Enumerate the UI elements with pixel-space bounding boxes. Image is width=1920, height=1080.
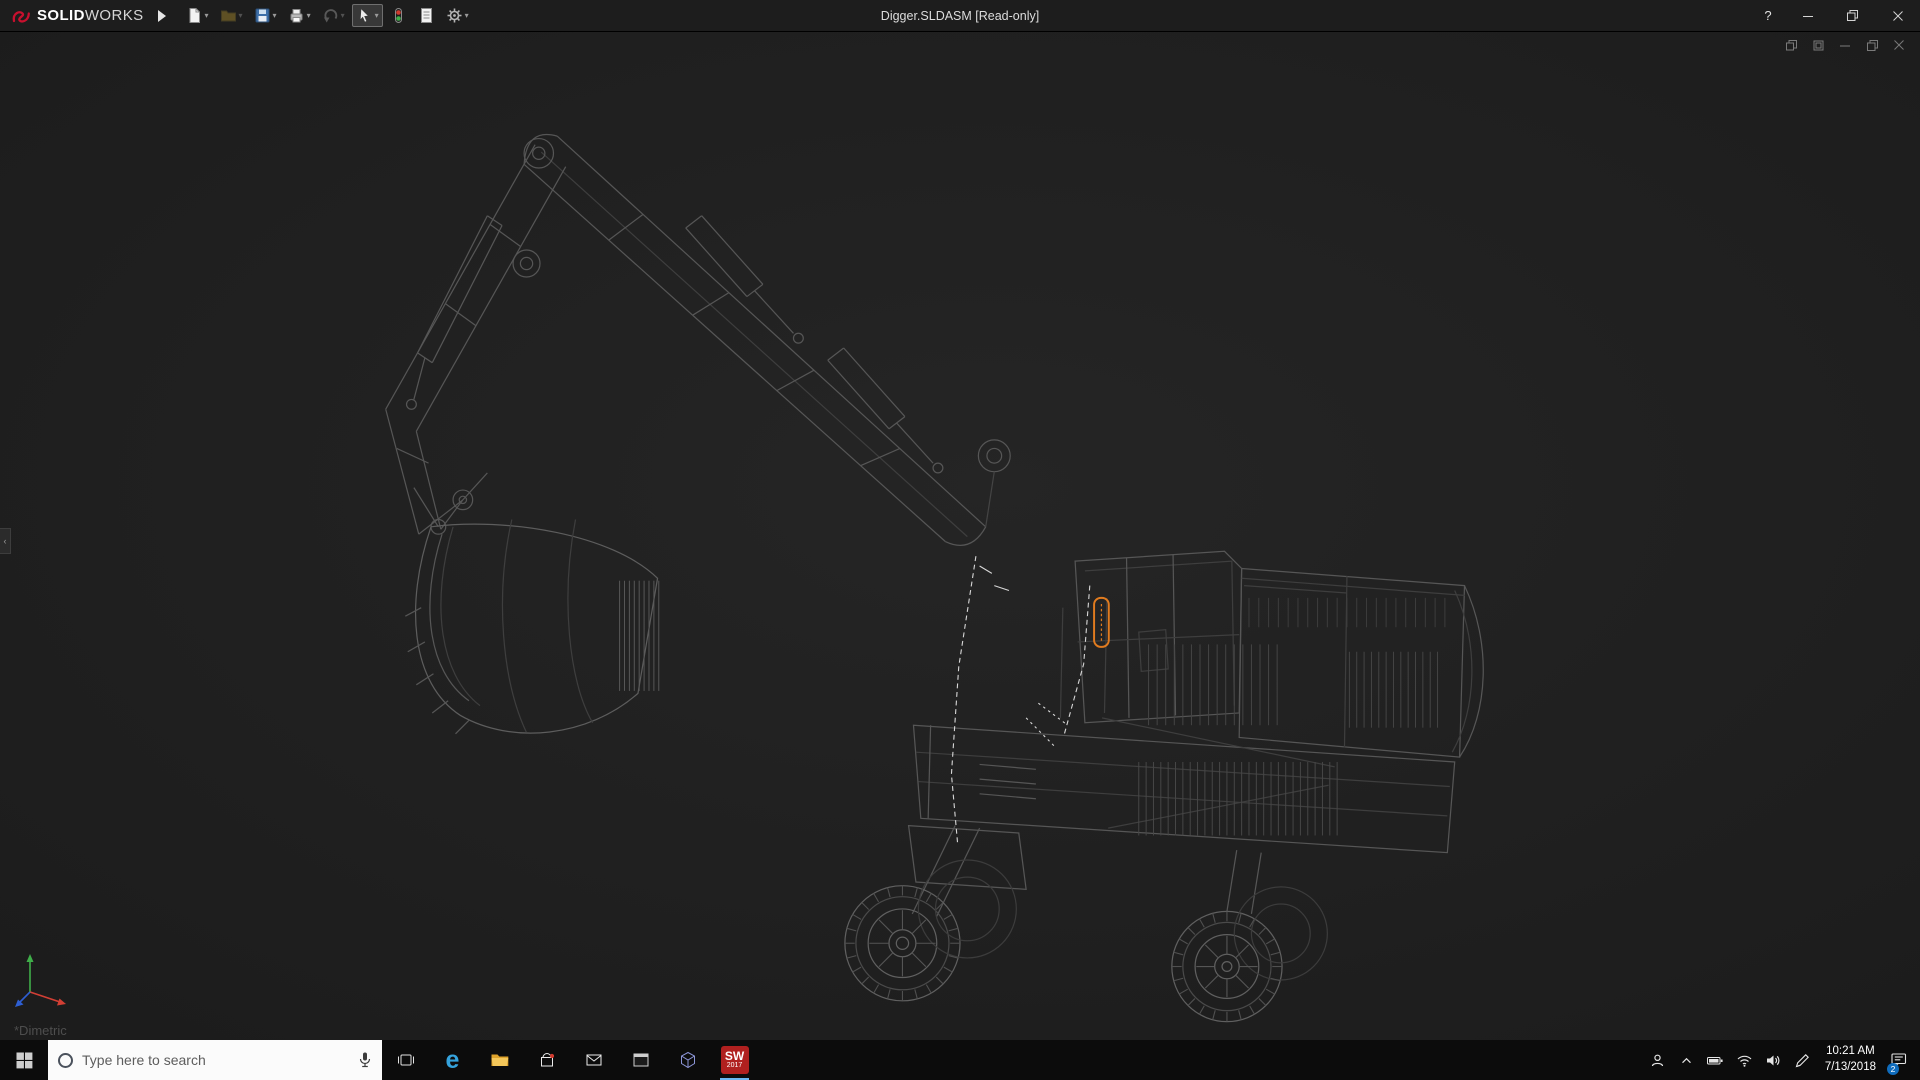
titlebar-window-controls: ? — [1751, 0, 1920, 31]
network-button[interactable] — [1730, 1040, 1759, 1080]
dropdown-caret-icon[interactable]: ▾ — [273, 11, 277, 20]
solidworks-app-icon: SW 2017 — [720, 1046, 749, 1074]
start-button[interactable] — [0, 1040, 48, 1080]
wifi-icon — [1737, 1055, 1752, 1067]
store-app-button[interactable] — [523, 1040, 570, 1080]
brand-text: SOLIDWORKS — [37, 7, 144, 24]
task-view-button[interactable] — [382, 1040, 429, 1080]
3d-viewer-app-button[interactable] — [664, 1040, 711, 1080]
options-button[interactable]: ▾ — [442, 4, 473, 27]
excavator-wireframe-model[interactable] — [0, 32, 1920, 1040]
terminal-app-button[interactable] — [617, 1040, 664, 1080]
doc-window-icon[interactable] — [1782, 37, 1800, 53]
folder-icon — [491, 1054, 508, 1066]
battery-button[interactable] — [1701, 1040, 1730, 1080]
taskbar-clock[interactable]: 10:21 AM 7/13/2018 — [1817, 1044, 1884, 1075]
document-title: Digger.SLDASM [Read-only] — [880, 8, 1040, 23]
search-input[interactable] — [82, 1052, 349, 1068]
brand-prefix: SOLID — [37, 7, 85, 24]
select-button[interactable]: ▾ — [351, 4, 383, 27]
doc-minimize-button[interactable] — [1836, 37, 1854, 53]
solidworks-icon-year: 2017 — [726, 1061, 743, 1069]
restore-icon — [1847, 10, 1858, 21]
view-orientation-label: *Dimetric — [14, 1023, 67, 1038]
taskbar-search[interactable] — [48, 1040, 382, 1080]
dropdown-caret-icon[interactable]: ▾ — [465, 11, 469, 20]
mail-app-button[interactable] — [570, 1040, 617, 1080]
screen: SOLIDWORKS ▾ ▾ ▾ ▾ ▾ ▾ ▾ Digger.SLDASM [… — [0, 0, 1920, 1080]
close-icon — [1892, 10, 1903, 21]
windows-logo-icon — [16, 1052, 32, 1068]
dropdown-caret-icon[interactable]: ▾ — [205, 11, 209, 20]
system-tray: 10:21 AM 7/13/2018 2 — [1643, 1040, 1920, 1080]
edge-app-button[interactable]: e — [429, 1040, 476, 1080]
taskbar: e — [0, 1040, 1920, 1080]
new-document-icon — [189, 8, 200, 23]
minimize-button[interactable] — [1785, 0, 1830, 31]
undo-button[interactable]: ▾ — [318, 4, 349, 27]
minimize-icon — [1802, 15, 1813, 17]
quick-access-toolbar: ▾ ▾ ▾ ▾ ▾ ▾ ▾ — [182, 4, 473, 27]
doc-restore-button[interactable] — [1863, 37, 1881, 53]
edge-icon: e — [445, 1045, 460, 1074]
print-button[interactable]: ▾ — [284, 4, 315, 27]
pen-settings-button[interactable] — [1788, 1040, 1817, 1080]
dropdown-caret-icon[interactable]: ▾ — [307, 11, 311, 20]
clock-time: 10:21 AM — [1826, 1045, 1875, 1058]
people-icon — [1651, 1054, 1663, 1066]
doc-window-icon[interactable] — [1809, 37, 1827, 53]
open-button[interactable]: ▾ — [216, 4, 247, 27]
action-center-button[interactable]: 2 — [1884, 1040, 1913, 1080]
print-icon — [290, 9, 303, 23]
new-document-button[interactable]: ▾ — [182, 4, 213, 27]
save-button[interactable]: ▾ — [250, 4, 281, 27]
save-floppy-icon — [255, 8, 270, 23]
file-properties-button[interactable] — [414, 4, 439, 27]
hidden-icons-button[interactable] — [1672, 1040, 1701, 1080]
restore-button[interactable] — [1830, 0, 1875, 31]
dropdown-caret-icon[interactable]: ▾ — [375, 11, 379, 20]
clock-date: 7/13/2018 — [1824, 1061, 1876, 1073]
close-button[interactable] — [1875, 0, 1920, 31]
brand-suffix: WORKS — [84, 7, 144, 24]
open-folder-icon — [220, 10, 236, 22]
dropdown-caret-icon[interactable]: ▾ — [239, 11, 243, 20]
cube-icon — [680, 1051, 695, 1069]
chevron-up-icon — [1681, 1057, 1691, 1063]
volume-button[interactable] — [1759, 1040, 1788, 1080]
solidworks-app-button[interactable]: SW 2017 — [711, 1040, 758, 1080]
file-properties-icon — [420, 8, 432, 23]
dropdown-caret-icon[interactable]: ▾ — [341, 11, 345, 20]
document-window-controls — [1782, 37, 1908, 53]
rebuild-stoplight-icon — [394, 8, 402, 23]
file-explorer-button[interactable] — [476, 1040, 523, 1080]
orientation-triad[interactable] — [14, 950, 86, 1012]
microphone-icon[interactable] — [358, 1051, 372, 1069]
solidworks-icon-label: SW — [724, 1048, 745, 1063]
task-view-icon — [397, 1054, 414, 1066]
graphics-viewport[interactable]: ‹ *Dimetric — [0, 32, 1920, 1040]
rebuild-button[interactable] — [386, 4, 411, 27]
pen-icon — [1795, 1053, 1809, 1067]
people-button[interactable] — [1643, 1040, 1672, 1080]
store-bag-icon — [540, 1053, 554, 1067]
menu-expand-arrow[interactable] — [157, 9, 166, 22]
battery-icon — [1707, 1056, 1723, 1064]
speaker-icon — [1766, 1055, 1780, 1065]
cortana-icon — [58, 1052, 73, 1068]
collapsed-panel-tab[interactable]: ‹ — [0, 528, 11, 554]
doc-close-button[interactable] — [1890, 37, 1908, 53]
select-cursor-icon — [359, 7, 369, 23]
solidworks-brand: SOLIDWORKS — [0, 5, 152, 27]
solidworks-logo-icon — [12, 10, 30, 23]
titlebar: SOLIDWORKS ▾ ▾ ▾ ▾ ▾ ▾ ▾ Digger.SLDASM [… — [0, 0, 1920, 32]
terminal-icon — [633, 1053, 648, 1067]
mail-envelope-icon — [586, 1054, 601, 1066]
undo-icon — [323, 9, 337, 23]
gear-icon — [447, 8, 462, 23]
help-button[interactable]: ? — [1751, 8, 1785, 23]
notification-badge: 2 — [1887, 1063, 1899, 1075]
taskbar-apps: e SW 2017 — [382, 1040, 758, 1080]
